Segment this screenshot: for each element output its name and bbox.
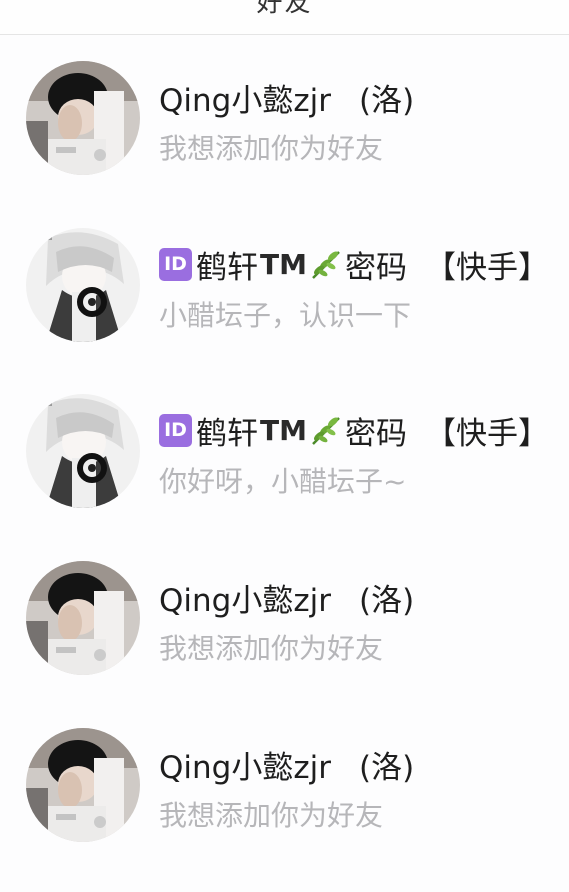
request-message: 小醋坛子，认识一下 [159, 299, 412, 332]
id-badge-icon: ID [159, 247, 192, 281]
request-message: 我想添加你为好友 [159, 632, 384, 665]
friend-request-item[interactable]: Qing小懿zjr (洛) 我想添加你为好友 [0, 702, 569, 842]
requester-name: ID 鹤轩 TM 密码 【快手】 [159, 244, 549, 286]
friend-request-item[interactable]: Qing小懿zjr (洛) 我想添加你为好友 [0, 535, 569, 675]
name-suffix: (洛) [358, 82, 415, 119]
name-text: Qing小懿zjr [159, 582, 331, 619]
request-message: 我想添加你为好友 [159, 132, 384, 165]
name-text: Qing小懿zjr [159, 82, 331, 119]
page-title: 好友 [256, 0, 313, 18]
friend-request-item[interactable]: ID 鹤轩 TM 密码 【快手】 你好呀，小醋坛子~ [0, 368, 569, 508]
header-bar: 好友 [0, 0, 569, 34]
name-suffix: (洛) [358, 749, 415, 786]
herb-icon [309, 412, 345, 448]
source-tag: 【快手】 [424, 415, 549, 452]
request-message: 我想添加你为好友 [159, 799, 384, 832]
name-text: 鹤轩 [196, 249, 258, 286]
name-text-after-leaf: 密码 [344, 249, 407, 286]
boy-covering-face-avatar[interactable] [26, 728, 140, 842]
id-badge-icon: ID [159, 413, 192, 447]
friend-request-item[interactable]: ID 鹤轩 TM 密码 【快手】 小醋坛子，认识一下 [0, 202, 569, 342]
boy-covering-face-avatar[interactable] [26, 561, 140, 675]
requester-name: Qing小懿zjr (洛) [159, 577, 415, 619]
friend-requests-screen: 好友 Qing小懿zjr (洛) 我想添加你为好友 ID 鹤轩 TM 密码 【快… [0, 0, 569, 892]
requester-name: ID 鹤轩 TM 密码 【快手】 [159, 410, 549, 452]
request-message: 你好呀，小醋坛子~ [159, 465, 407, 498]
source-tag: 【快手】 [424, 249, 549, 286]
name-text: Qing小懿zjr [159, 749, 331, 786]
anime-boy-headphones-avatar[interactable] [26, 228, 140, 342]
herb-icon [309, 246, 345, 282]
anime-boy-headphones-avatar[interactable] [26, 394, 140, 508]
requester-name: Qing小懿zjr (洛) [159, 744, 415, 786]
name-text: 鹤轩 [196, 415, 258, 452]
boy-covering-face-avatar[interactable] [26, 61, 140, 175]
name-suffix: (洛) [358, 582, 415, 619]
tm-mark: TM [260, 247, 307, 281]
tm-mark: TM [260, 413, 307, 447]
name-text-after-leaf: 密码 [344, 415, 407, 452]
requester-name: Qing小懿zjr (洛) [159, 77, 415, 119]
friend-request-item[interactable]: Qing小懿zjr (洛) 我想添加你为好友 [0, 35, 569, 175]
